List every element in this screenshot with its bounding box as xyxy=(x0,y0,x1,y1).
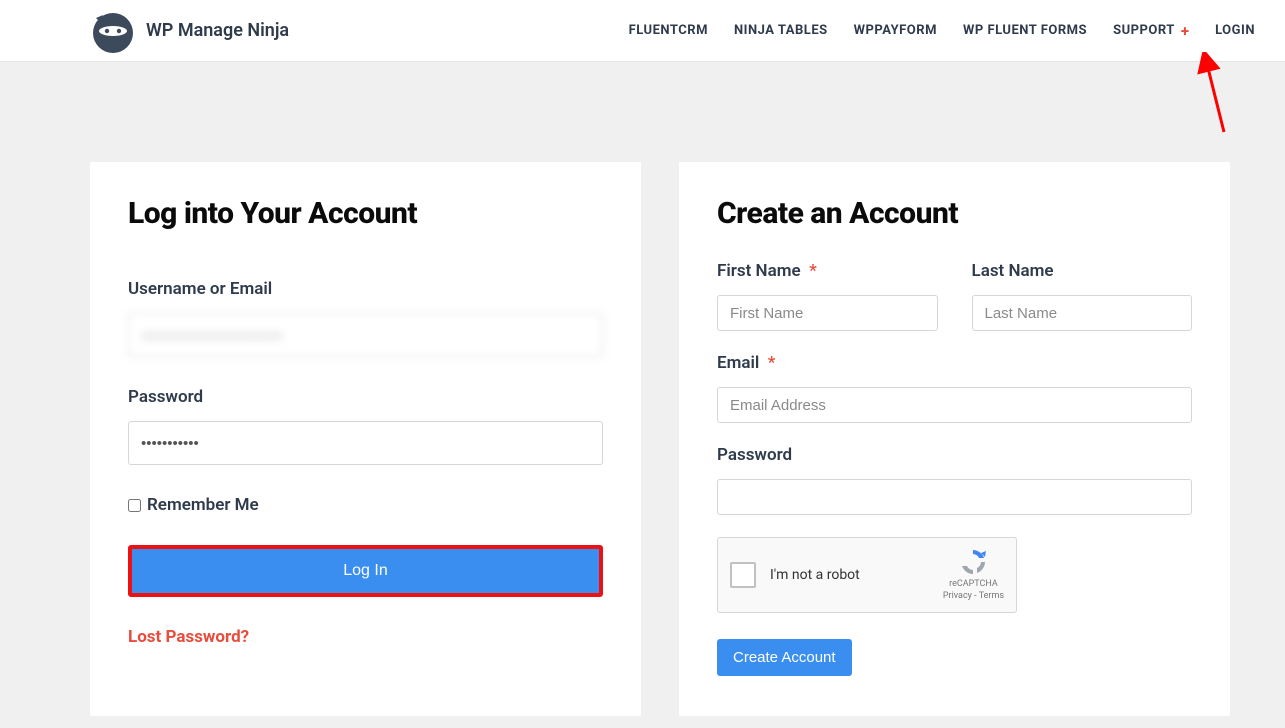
remember-checkbox[interactable] xyxy=(128,499,141,512)
recaptcha-brand: reCAPTCHA Privacy - Terms xyxy=(943,547,1004,602)
content-area: Log into Your Account Username or Email … xyxy=(0,62,1285,716)
nav-support[interactable]: SUPPORT xyxy=(1113,23,1175,38)
password-group: Password xyxy=(128,387,603,465)
brand-name: WP Manage Ninja xyxy=(146,20,289,41)
recaptcha-label: I'm not a robot xyxy=(770,567,929,583)
login-title: Log into Your Account xyxy=(128,196,603,231)
lost-password-link[interactable]: Lost Password? xyxy=(128,627,249,647)
login-button-highlight: Log In xyxy=(128,545,603,597)
create-account-button[interactable]: Create Account xyxy=(717,639,852,676)
register-title: Create an Account xyxy=(717,196,1192,231)
brand[interactable]: WP Manage Ninja xyxy=(90,8,289,54)
nav-fluentcrm[interactable]: FLUENTCRM xyxy=(629,23,708,38)
recaptcha-checkbox[interactable] xyxy=(730,562,756,588)
password-label: Password xyxy=(128,387,603,407)
register-password-input[interactable] xyxy=(717,479,1192,515)
remember-label: Remember Me xyxy=(147,495,259,515)
nav-wppayform[interactable]: WPPAYFORM xyxy=(854,23,937,38)
register-password-label: Password xyxy=(717,445,1192,465)
email-group: Email * xyxy=(717,353,1192,423)
main-nav: FLUENTCRM NINJA TABLES WPPAYFORM WP FLUE… xyxy=(629,22,1255,40)
first-name-input[interactable] xyxy=(717,295,938,331)
username-group: Username or Email xxxxxxxxxxxxxxxxxxx xyxy=(128,279,603,357)
username-input[interactable]: xxxxxxxxxxxxxxxxxxx xyxy=(128,313,603,357)
ninja-logo-icon xyxy=(90,8,136,54)
register-card: Create an Account First Name * Last Name… xyxy=(679,162,1230,716)
first-name-label: First Name * xyxy=(717,261,938,281)
name-row: First Name * Last Name xyxy=(717,261,1192,331)
login-button[interactable]: Log In xyxy=(132,549,599,593)
last-name-input[interactable] xyxy=(972,295,1193,331)
recaptcha-icon xyxy=(958,547,988,577)
register-password-group: Password xyxy=(717,445,1192,515)
username-label: Username or Email xyxy=(128,279,603,299)
nav-login[interactable]: LOGIN xyxy=(1215,23,1255,38)
nav-wp-fluent-forms[interactable]: WP FLUENT FORMS xyxy=(963,23,1087,38)
last-name-label: Last Name xyxy=(972,261,1193,281)
email-label: Email * xyxy=(717,353,1192,373)
recaptcha-widget[interactable]: I'm not a robot reCAPTCHA Privacy - Term… xyxy=(717,537,1017,613)
site-header: WP Manage Ninja FLUENTCRM NINJA TABLES W… xyxy=(0,0,1285,62)
login-card: Log into Your Account Username or Email … xyxy=(90,162,641,716)
email-input[interactable] xyxy=(717,387,1192,423)
nav-ninja-tables[interactable]: NINJA TABLES xyxy=(734,23,828,38)
plus-icon[interactable]: + xyxy=(1181,22,1189,40)
remember-me[interactable]: Remember Me xyxy=(128,495,603,515)
password-input[interactable] xyxy=(128,421,603,465)
